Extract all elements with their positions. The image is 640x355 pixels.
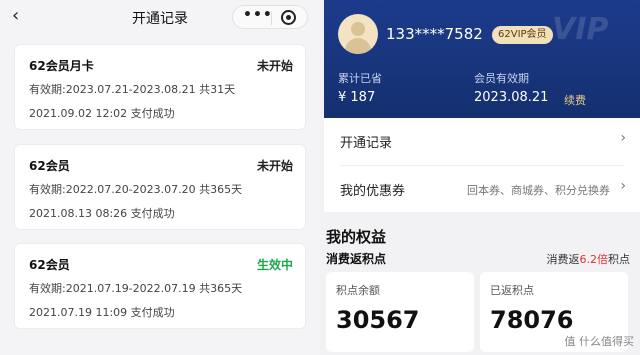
cashback-rate: 消费返6.2倍积点 (547, 251, 631, 267)
validity-value: 2023.08.21 (474, 90, 549, 105)
record-status: 未开始 (256, 159, 293, 173)
record-payment-time: 2021.08.13 08:26 支付成功 (29, 207, 175, 220)
benefits-subtitle: 消费返积点 (326, 252, 387, 266)
site-watermark: 值 什么值得买 (564, 335, 635, 348)
record-name: 62会员 (29, 159, 70, 173)
stat-label: 积点余额 (336, 284, 380, 297)
record-name: 62会员月卡 (29, 59, 94, 73)
menu-item-label: 开通记录 (340, 136, 393, 151)
record-card[interactable]: 62会员月卡 未开始 有效期:2023.07.21-2023.08.21 共31… (14, 44, 306, 130)
record-period: 有效期:2022.07.20-2023.07.20 共365天 (29, 183, 243, 196)
member-menu: 开通记录 › 我的优惠券 回本券、商城券、积分兑换券 › (324, 118, 640, 212)
record-name: 62会员 (29, 258, 70, 272)
stat-value: 30567 (336, 306, 420, 334)
saved-value: ¥ 187 (338, 90, 376, 105)
avatar[interactable] (338, 14, 378, 54)
vip-watermark: VIP (552, 12, 609, 47)
renew-link[interactable]: 续费 (564, 92, 586, 108)
record-payment-time: 2021.09.02 12:02 支付成功 (29, 107, 175, 120)
stat-value: 78076 (490, 306, 574, 334)
stat-label: 已返积点 (490, 284, 534, 297)
chevron-right-icon: › (620, 130, 626, 146)
record-status: 未开始 (256, 59, 293, 73)
vip-badge: 62VIP会员 (492, 26, 553, 44)
validity-label: 会员有效期 (474, 72, 529, 85)
menu-item-coupons[interactable]: 我的优惠券 回本券、商城券、积分兑换券 › (324, 166, 640, 212)
saved-label: 累计已省 (338, 72, 382, 85)
left-panel: ‹ 开通记录 ••• 62会员月卡 未开始 有效期:2023.07.21-202… (0, 0, 320, 355)
cashback-multiplier: 6.2倍 (579, 253, 609, 266)
benefits-title: 我的权益 (326, 228, 387, 246)
chevron-right-icon: › (620, 178, 626, 194)
record-period: 有效期:2021.07.19-2022.07.19 共365天 (29, 282, 243, 295)
capsule-divider (271, 11, 272, 25)
record-card[interactable]: 62会员 生效中 有效期:2021.07.19-2022.07.19 共365天… (14, 243, 306, 329)
record-card[interactable]: 62会员 未开始 有效期:2022.07.20-2023.07.20 共365天… (14, 144, 306, 230)
nav-bar: ‹ 开通记录 ••• (0, 0, 320, 34)
avatar-body-shape (345, 38, 371, 54)
more-button[interactable]: ••• (243, 7, 273, 23)
menu-item-records[interactable]: 开通记录 › (324, 118, 640, 164)
mini-program-capsule: ••• (232, 5, 308, 29)
record-period: 有效期:2023.07.21-2023.08.21 共31天 (29, 83, 236, 96)
right-panel: 133****7582 62VIP会员 VIP 累计已省 ¥ 187 会员有效期… (324, 0, 640, 355)
record-payment-time: 2021.07.19 11:09 支付成功 (29, 306, 175, 319)
record-status-active: 生效中 (256, 258, 293, 272)
target-close-icon[interactable] (281, 10, 296, 25)
cashback-prefix: 消费返 (546, 253, 580, 266)
avatar-head-shape (351, 22, 365, 36)
cashback-suffix: 积点 (608, 253, 630, 266)
user-phone: 133****7582 (386, 25, 483, 43)
menu-item-label: 我的优惠券 (340, 184, 406, 199)
member-hero-card: 133****7582 62VIP会员 VIP 累计已省 ¥ 187 会员有效期… (324, 0, 640, 118)
points-balance-card[interactable]: 积点余额 30567 (326, 272, 474, 352)
menu-item-hint: 回本券、商城券、积分兑换券 (467, 184, 610, 197)
